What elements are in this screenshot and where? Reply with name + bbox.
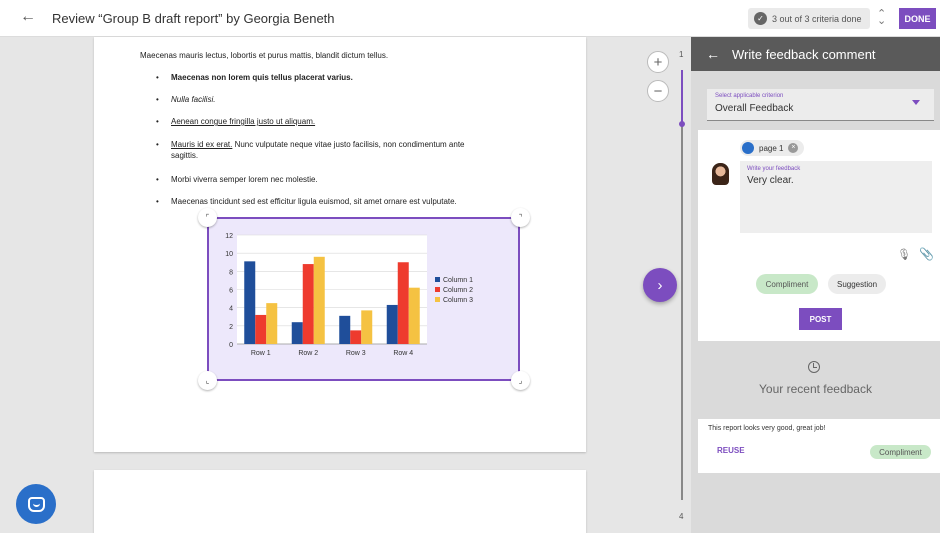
- criterion-select[interactable]: Select applicable criterion Overall Feed…: [707, 89, 934, 121]
- done-button[interactable]: DONE: [899, 8, 936, 29]
- y-tick-label: 2: [229, 324, 233, 331]
- panel-back-icon[interactable]: ←: [706, 46, 720, 62]
- collapse-icon[interactable]: ⌃ ⌄: [877, 9, 886, 27]
- list-item: Maecenas tincidunt sed est efficitur lig…: [171, 197, 457, 206]
- bar-column-3: [408, 287, 420, 344]
- recent-feedback-text: This report looks very good, great job!: [708, 425, 826, 432]
- compliment-tag[interactable]: Compliment: [756, 274, 818, 294]
- legend-swatch: [435, 287, 440, 292]
- feedback-panel: ← Write feedback comment Select applicab…: [691, 37, 940, 533]
- list-item: Mauris id ex erat. Nunc vulputate neque …: [171, 140, 465, 149]
- page-number-end: 4: [679, 512, 684, 521]
- recent-feedback-item: This report looks very good, great job! …: [698, 419, 940, 473]
- chat-icon: [27, 496, 45, 512]
- back-arrow-icon[interactable]: ←: [20, 8, 36, 26]
- suggestion-tag[interactable]: Suggestion: [828, 274, 886, 294]
- legend-label: Column 2: [443, 287, 473, 294]
- y-tick-label: 6: [229, 288, 233, 295]
- y-tick-label: 8: [229, 269, 233, 276]
- page-chip: page 1 ×: [740, 140, 805, 156]
- legend-label: Column 3: [443, 297, 473, 304]
- x-tick-label: Row 1: [251, 350, 271, 357]
- resize-handle-bottom-right[interactable]: ⌟: [511, 371, 530, 390]
- recent-feedback-heading: Your recent feedback: [759, 382, 872, 396]
- list-item: Maecenas non lorem quis tellus placerat …: [171, 73, 353, 82]
- list-item-continued: sagittis.: [171, 151, 199, 160]
- criterion-label: Select applicable criterion: [715, 93, 784, 99]
- scroll-progress: [681, 70, 683, 124]
- bar-column-2: [397, 262, 409, 344]
- x-tick-label: Row 3: [346, 350, 366, 357]
- document-page-1: Maecenas mauris lectus, lobortis et puru…: [94, 37, 586, 452]
- bar-column-2: [302, 264, 314, 344]
- attachment-icon[interactable]: 📎: [919, 247, 934, 261]
- dropdown-caret-icon: [912, 100, 920, 105]
- page-title: Review “Group B draft report” by Georgia…: [52, 11, 335, 26]
- bullet-marker: •: [156, 73, 159, 82]
- reuse-button[interactable]: REUSE: [717, 446, 745, 455]
- bar-column-2: [255, 314, 267, 344]
- page-scrollbar[interactable]: [681, 70, 683, 500]
- bullet-marker: •: [156, 117, 159, 126]
- page-chip-label: page 1: [759, 143, 784, 153]
- list-item: Aenean congue fringilla justo ut aliquam…: [171, 117, 316, 126]
- recent-feedback-tag: Compliment: [870, 445, 931, 459]
- y-tick-label: 0: [229, 342, 233, 349]
- bar-column-3: [361, 310, 373, 344]
- feedback-field-label: Write your feedback: [747, 166, 801, 172]
- list-item-link[interactable]: Mauris id ex erat.: [171, 140, 232, 149]
- scroll-thumb[interactable]: [679, 121, 685, 127]
- bar-column-1: [386, 304, 398, 344]
- bar-column-1: [339, 315, 351, 344]
- y-tick-label: 10: [225, 251, 233, 258]
- bar-column-2: [350, 330, 362, 344]
- panel-title: Write feedback comment: [732, 47, 876, 62]
- panel-header: ← Write feedback comment: [691, 37, 940, 71]
- resize-handle-top-left[interactable]: ⌜: [198, 208, 217, 227]
- avatar: [712, 163, 729, 185]
- bar-column-3: [266, 303, 278, 344]
- feedback-textarea[interactable]: Write your feedback Very clear.: [740, 161, 932, 233]
- criteria-status-chip: ✓ 3 out of 3 criteria done: [748, 8, 870, 29]
- feedback-card: page 1 × Write your feedback Very clear.…: [698, 130, 940, 341]
- list-item: Morbi viverra semper lorem nec molestie.: [171, 175, 318, 184]
- microphone-icon[interactable]: 🎙: [897, 248, 911, 261]
- bullet-marker: •: [156, 95, 159, 104]
- zoom-in-button[interactable]: +: [647, 51, 669, 73]
- legend-label: Column 1: [443, 277, 473, 284]
- resize-handle-top-right[interactable]: ⌝: [511, 208, 530, 227]
- bullet-marker: •: [156, 140, 159, 149]
- x-tick-label: Row 2: [298, 350, 318, 357]
- list-item: Nulla facilisi.: [171, 95, 216, 104]
- top-bar: ← Review “Group B draft report” by Georg…: [0, 0, 940, 37]
- legend-swatch: [435, 297, 440, 302]
- chat-launcher-button[interactable]: [16, 484, 56, 524]
- bullet-marker: •: [156, 175, 159, 184]
- document-icon: [742, 142, 754, 154]
- page-number-start: 1: [679, 50, 684, 59]
- y-tick-label: 4: [229, 306, 233, 313]
- bar-column-3: [313, 256, 325, 344]
- document-page-2: [94, 470, 586, 533]
- list-item-text: Nunc vulputate neque vitae justo facilis…: [232, 140, 465, 149]
- remove-chip-icon[interactable]: ×: [788, 143, 799, 153]
- post-button[interactable]: POST: [799, 308, 842, 330]
- x-tick-label: Row 4: [393, 350, 413, 357]
- bar-column-1: [291, 322, 303, 344]
- criteria-status-text: 3 out of 3 criteria done: [772, 13, 862, 24]
- paragraph: Maecenas mauris lectus, lobortis et puru…: [140, 51, 389, 60]
- legend-swatch: [435, 277, 440, 282]
- zoom-out-button[interactable]: −: [647, 80, 669, 102]
- criterion-value: Overall Feedback: [715, 103, 794, 114]
- check-circle-icon: ✓: [754, 12, 767, 25]
- next-arrow-button[interactable]: ›: [643, 268, 677, 302]
- bar-chart: 0 2 4 6 8 10 12 Row 1 Row 2 Row 3 Row 4 Column 1 Col…: [225, 233, 473, 357]
- feedback-field-value: Very clear.: [747, 175, 794, 186]
- clock-icon: [808, 361, 820, 373]
- resize-handle-bottom-left[interactable]: ⌞: [198, 371, 217, 390]
- selected-chart[interactable]: 0 2 4 6 8 10 12 Row 1 Row 2 Row 3 Row 4 Column 1 Col…: [207, 217, 520, 381]
- bar-column-1: [244, 261, 256, 344]
- y-tick-label: 12: [225, 233, 233, 240]
- bullet-marker: •: [156, 197, 159, 206]
